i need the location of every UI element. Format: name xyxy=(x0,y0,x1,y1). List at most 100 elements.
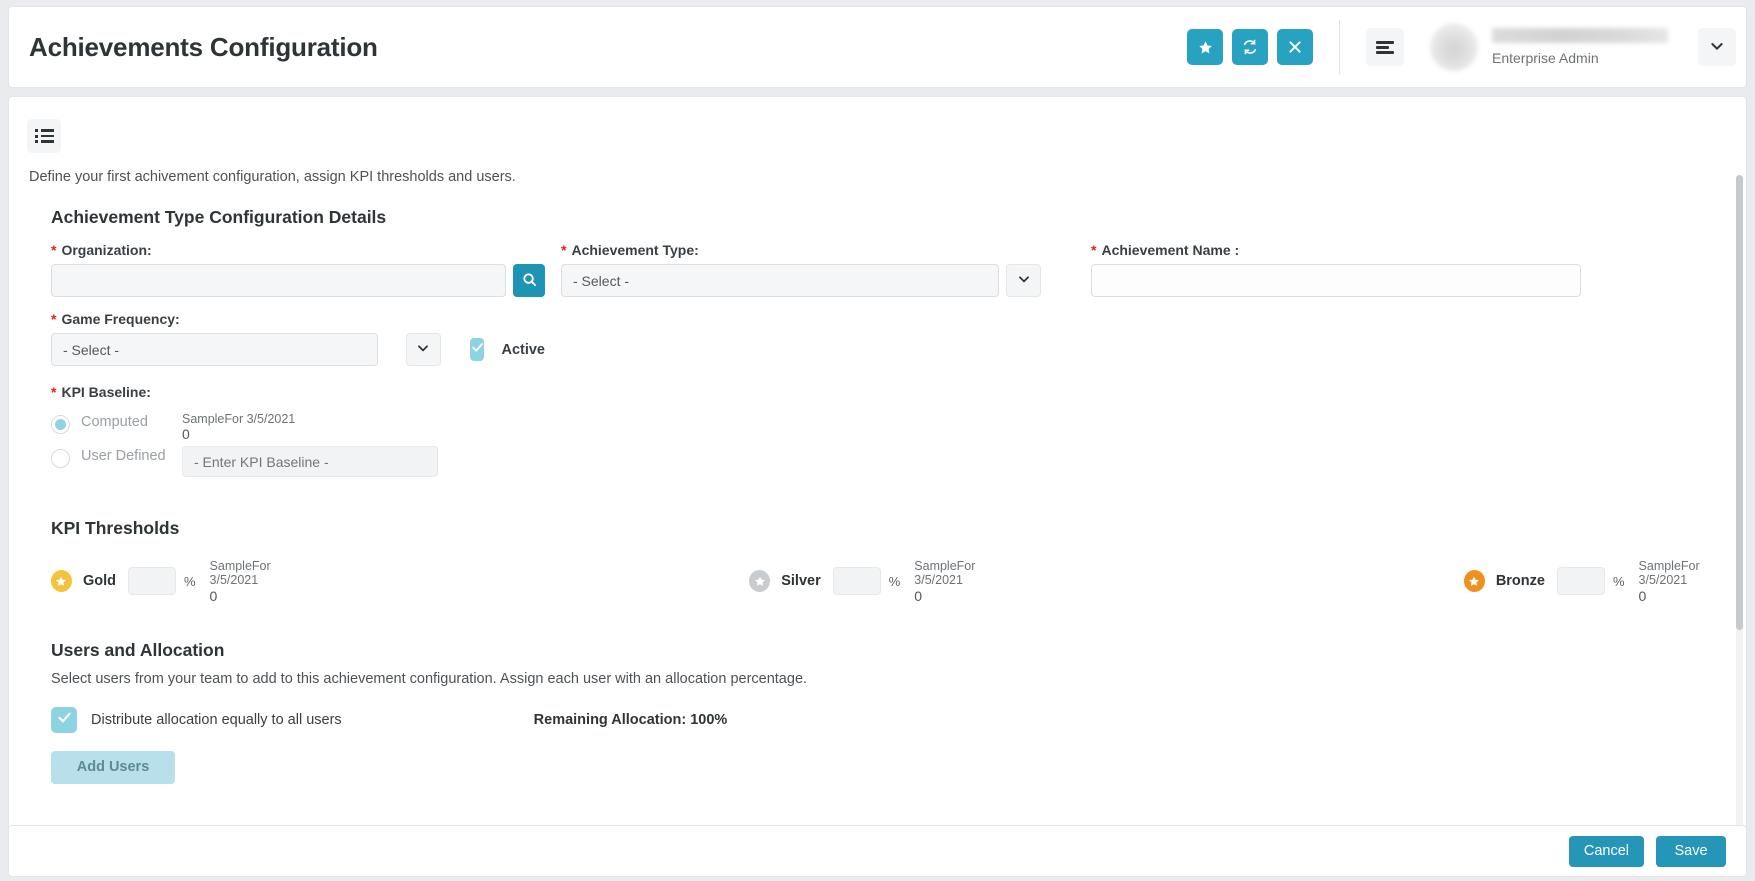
refresh-icon xyxy=(1242,39,1258,55)
chevron-down-icon xyxy=(416,341,430,358)
gold-threshold-input[interactable] xyxy=(128,567,176,595)
achievement-type-select[interactable] xyxy=(561,264,999,297)
distribute-equally-checkbox[interactable] xyxy=(51,707,77,733)
page-title: Achievements Configuration xyxy=(29,32,378,63)
chevron-down-icon xyxy=(1709,38,1725,57)
kpi-baseline-input[interactable] xyxy=(182,446,438,477)
silver-threshold-input[interactable] xyxy=(833,567,881,595)
intro-text: Define your first achivement configurati… xyxy=(29,169,1746,185)
user-name xyxy=(1492,28,1668,43)
chevron-down-icon xyxy=(1017,272,1031,289)
user-menu-button[interactable] xyxy=(1698,28,1736,66)
save-button[interactable]: Save xyxy=(1656,836,1726,867)
required-marker: * xyxy=(51,242,56,258)
header-divider xyxy=(1339,20,1340,74)
user-defined-label: User Defined xyxy=(81,446,166,464)
gold-percent-symbol: % xyxy=(184,574,196,589)
achievement-name-input[interactable] xyxy=(1091,264,1581,297)
check-icon xyxy=(57,710,72,730)
list-view-icon xyxy=(35,127,54,146)
main-content-card: Define your first achivement configurati… xyxy=(8,96,1747,833)
bronze-sample-title: SampleFor 3/5/2021 xyxy=(1639,559,1746,588)
kpi-baseline-label: *KPI Baseline: xyxy=(51,384,1746,400)
add-users-button[interactable]: Add Users xyxy=(51,751,175,784)
users-allocation-description: Select users from your team to add to th… xyxy=(51,671,1746,687)
header-action-buttons xyxy=(1187,29,1313,65)
user-info: Enterprise Admin xyxy=(1492,28,1668,66)
threshold-gold: Gold % SampleFor 3/5/2021 0 xyxy=(51,559,317,604)
users-allocation-title: Users and Allocation xyxy=(51,640,1746,661)
organization-label: *Organization: xyxy=(51,242,545,258)
bronze-sample-value: 0 xyxy=(1639,588,1746,604)
kpi-thresholds-row: Gold % SampleFor 3/5/2021 0 Silver % Sam… xyxy=(51,559,1746,604)
silver-percent-symbol: % xyxy=(889,574,901,589)
form-row-1: *Organization: *Achievement Type: xyxy=(51,242,1746,297)
required-marker: * xyxy=(51,311,56,327)
hamburger-menu-icon xyxy=(1376,39,1394,56)
favorite-button[interactable] xyxy=(1187,29,1223,65)
user-avatar[interactable] xyxy=(1430,23,1478,71)
distribute-equally-label: Distribute allocation equally to all use… xyxy=(91,712,342,728)
form-row-2: *Game Frequency: Active xyxy=(51,311,1746,366)
users-allocation-controls: Distribute allocation equally to all use… xyxy=(51,707,1746,733)
silver-sample-title: SampleFor 3/5/2021 xyxy=(914,559,1022,588)
list-view-button[interactable] xyxy=(27,119,61,153)
gold-star-icon xyxy=(51,570,72,592)
game-frequency-label: *Game Frequency: xyxy=(51,311,545,327)
silver-label: Silver xyxy=(781,573,821,589)
bronze-star-icon xyxy=(1464,570,1485,592)
search-icon xyxy=(522,272,537,290)
user-defined-radio[interactable] xyxy=(51,449,70,468)
computed-radio[interactable] xyxy=(51,415,70,434)
game-frequency-field-group: *Game Frequency: Active xyxy=(51,311,545,366)
silver-sample-value: 0 xyxy=(914,588,1022,604)
app-header: Achievements Configuration xyxy=(8,6,1747,88)
remaining-allocation-label: Remaining Allocation: xyxy=(534,712,687,728)
kpi-thresholds-title: KPI Thresholds xyxy=(51,518,1746,539)
organization-search-button[interactable] xyxy=(513,264,545,297)
remaining-allocation-value: 100% xyxy=(690,712,727,728)
bronze-label: Bronze xyxy=(1496,573,1545,589)
check-icon xyxy=(471,341,484,359)
gold-label: Gold xyxy=(83,573,116,589)
active-checkbox[interactable] xyxy=(470,338,485,361)
computed-sample-title: SampleFor 3/5/2021 xyxy=(182,412,295,426)
kpi-baseline-computed-row: Computed SampleFor 3/5/2021 0 xyxy=(51,412,1746,446)
required-marker: * xyxy=(51,384,56,400)
silver-star-icon xyxy=(749,570,770,592)
threshold-bronze: Bronze % SampleFor 3/5/2021 0 xyxy=(1464,559,1746,604)
achievement-type-field-group: *Achievement Type: xyxy=(561,242,1041,297)
bronze-percent-symbol: % xyxy=(1613,574,1625,589)
game-frequency-dropdown-button[interactable] xyxy=(406,333,441,366)
star-icon xyxy=(1198,40,1213,55)
computed-label: Computed xyxy=(81,412,166,430)
bronze-sample: SampleFor 3/5/2021 0 xyxy=(1639,559,1746,604)
footer-bar: Cancel Save xyxy=(8,825,1747,877)
kpi-baseline-group: *KPI Baseline: Computed SampleFor 3/5/20… xyxy=(51,384,1746,480)
kpi-baseline-user-defined-row: User Defined xyxy=(51,446,1746,480)
achievement-name-field-group: *Achievement Name : xyxy=(1091,242,1581,297)
achievement-type-dropdown-button[interactable] xyxy=(1006,264,1041,297)
threshold-silver: Silver % SampleFor 3/5/2021 0 xyxy=(749,559,1022,604)
bronze-threshold-input[interactable] xyxy=(1557,567,1605,595)
user-role: Enterprise Admin xyxy=(1492,50,1668,66)
section-title: Achievement Type Configuration Details xyxy=(51,207,1746,228)
hamburger-menu-button[interactable] xyxy=(1366,28,1404,66)
achievement-type-label: *Achievement Type: xyxy=(561,242,1041,258)
configuration-form: *Organization: *Achievement Type: xyxy=(51,242,1746,480)
refresh-button[interactable] xyxy=(1232,29,1268,65)
close-button[interactable] xyxy=(1277,29,1313,65)
close-icon xyxy=(1288,40,1302,54)
cancel-button[interactable]: Cancel xyxy=(1569,836,1644,867)
computed-sample: SampleFor 3/5/2021 0 xyxy=(182,412,295,442)
remaining-allocation: Remaining Allocation: 100% xyxy=(534,712,728,728)
gold-sample: SampleFor 3/5/2021 0 xyxy=(210,559,318,604)
organization-input[interactable] xyxy=(51,264,506,297)
gold-sample-title: SampleFor 3/5/2021 xyxy=(210,559,318,588)
achievement-name-label: *Achievement Name : xyxy=(1091,242,1581,258)
scrollbar-thumb[interactable] xyxy=(1736,175,1743,630)
game-frequency-select[interactable] xyxy=(51,333,378,366)
active-label: Active xyxy=(501,342,545,358)
computed-sample-value: 0 xyxy=(182,426,295,442)
required-marker: * xyxy=(561,242,566,258)
